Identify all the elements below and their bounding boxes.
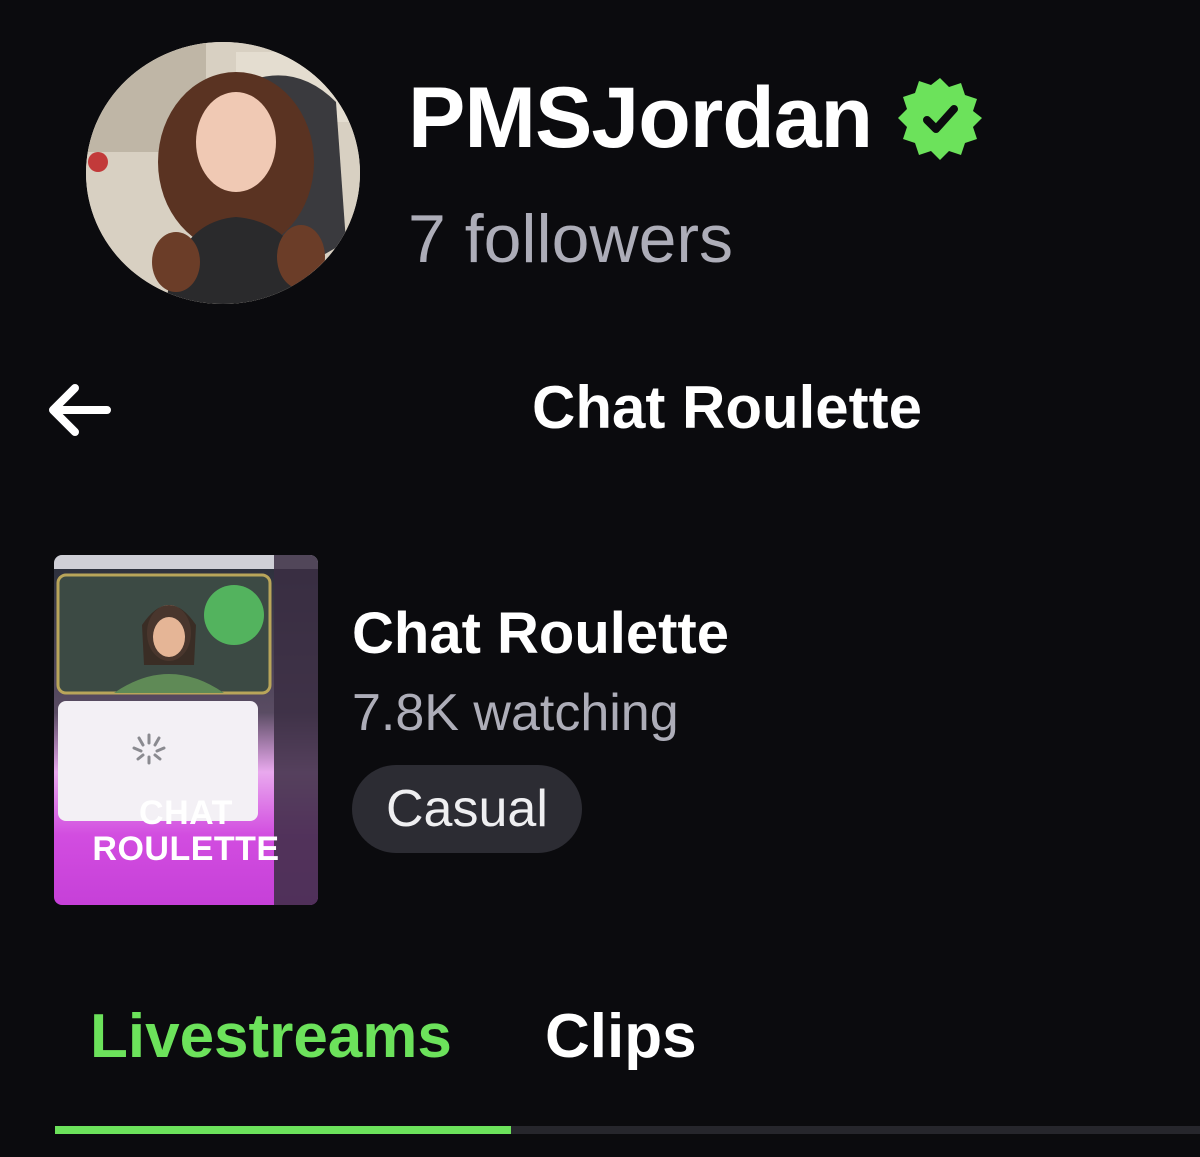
profile-header: PMSJordan 7 followers [0,0,1200,320]
avatar[interactable] [86,42,360,304]
username-row: PMSJordan [408,70,983,166]
page-title: Chat Roulette [532,374,922,441]
avatar-image [86,42,360,304]
category-thumbnail[interactable]: CHAT ROULETTE [54,555,318,905]
verified-badge-icon [898,78,983,160]
viewer-count: 7.8K watching [352,684,679,742]
back-button[interactable] [40,378,120,442]
nav-bar: Chat Roulette [0,360,1200,460]
arrow-left-icon [49,384,111,436]
tag-casual[interactable]: Casual [352,765,582,853]
active-tab-indicator [55,1126,511,1134]
category-title[interactable]: Chat Roulette [352,605,729,663]
follower-count: 7 followers [408,201,734,277]
category-info: Chat Roulette 7.8K watching Casual [352,605,729,853]
thumbnail-title-line2: ROULETTE [92,830,280,868]
thumbnail-title: CHAT ROULETTE [54,795,318,867]
tab-bar: Livestreams Clips [0,1000,1200,1157]
username[interactable]: PMSJordan [408,75,873,161]
tab-clips[interactable]: Clips [545,1006,697,1068]
tab-livestreams[interactable]: Livestreams [90,1006,452,1068]
thumbnail-title-line1: CHAT [139,794,233,832]
category-card[interactable]: CHAT ROULETTE Chat Roulette 7.8K watchin… [54,555,754,907]
